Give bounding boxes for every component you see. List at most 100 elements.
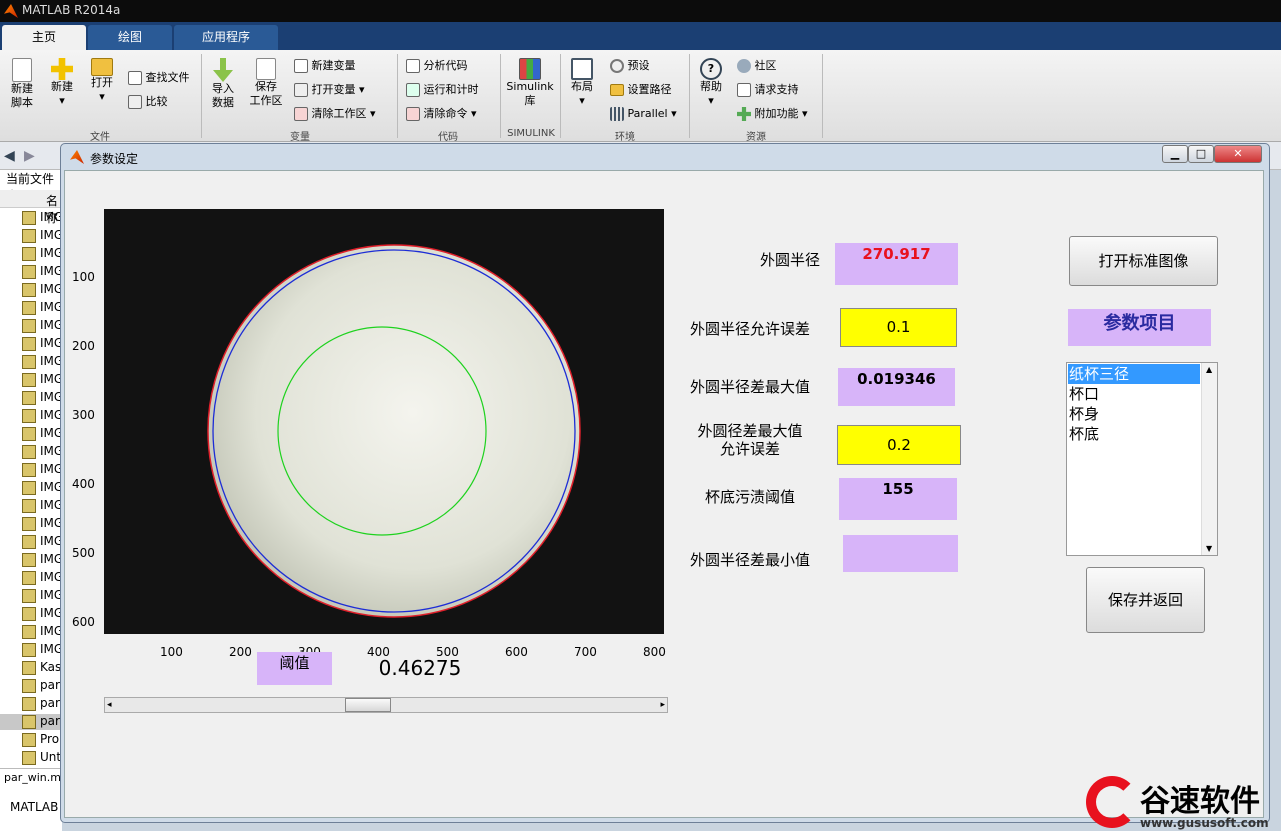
- compare-button[interactable]: 比较: [128, 95, 168, 109]
- save-workspace-button[interactable]: 保存 工作区: [246, 58, 286, 108]
- file-list-item[interactable]: IMG: [22, 606, 63, 622]
- forward-arrow-icon[interactable]: ▶: [24, 148, 35, 164]
- import-data-label: 导入 数据: [212, 82, 234, 109]
- scroll-up-icon[interactable]: ▲: [1206, 365, 1212, 374]
- image-axes[interactable]: [104, 209, 664, 634]
- listbox-scrollbar[interactable]: ▲ ▼: [1201, 363, 1217, 555]
- import-data-button[interactable]: 导入 数据: [205, 58, 241, 110]
- file-list-item[interactable]: IMG: [22, 264, 63, 280]
- file-list-item[interactable]: IMG: [22, 516, 63, 532]
- set-path-button[interactable]: 设置路径: [610, 83, 672, 97]
- compare-label: 比较: [145, 95, 168, 108]
- file-list-item[interactable]: IMG: [22, 498, 63, 514]
- tab-apps[interactable]: 应用程序: [174, 25, 278, 50]
- slider-right-arrow-icon[interactable]: ▸: [660, 698, 665, 712]
- param-list-item[interactable]: 杯身: [1068, 404, 1200, 424]
- threshold-value: 0.46275: [378, 656, 462, 680]
- outer-radius-diff-min-value: [843, 535, 958, 572]
- outer-radius-diff-min-label: 外圆半径差最小值: [689, 551, 810, 569]
- outer-dia-diff-tol-input[interactable]: 0.2: [837, 425, 961, 465]
- param-list-item[interactable]: 杯口: [1068, 384, 1200, 404]
- new-button[interactable]: 新建 ▾: [44, 58, 80, 108]
- save-and-return-button[interactable]: 保存并返回: [1086, 567, 1205, 633]
- file-list-item[interactable]: IMG: [22, 642, 63, 658]
- file-list-item[interactable]: IMG: [22, 246, 63, 262]
- close-button[interactable]: ✕: [1214, 145, 1262, 163]
- file-list-item[interactable]: IMG: [22, 300, 63, 316]
- file-list-item[interactable]: IMG: [22, 336, 63, 352]
- parallel-label: Parallel: [627, 107, 668, 120]
- open-button[interactable]: 打开 ▾: [84, 58, 120, 104]
- file-list-item[interactable]: IMG: [22, 228, 63, 244]
- file-icon: [22, 354, 36, 369]
- outer-radius-tol-input[interactable]: 0.1: [840, 308, 957, 347]
- current-folder-panel: 当前文件夹 名称 IMGIMGIMGIMGIMGIMGIMGIMGIMGIMGI…: [0, 170, 63, 831]
- file-list-item[interactable]: IMG: [22, 390, 63, 406]
- run-and-time-button[interactable]: 运行和计时: [406, 83, 479, 97]
- file-list-item[interactable]: IMG: [22, 588, 63, 604]
- layout-label: 布局: [571, 80, 593, 93]
- file-list-item[interactable]: IMG: [22, 570, 63, 586]
- file-list-item[interactable]: Kas: [22, 660, 61, 676]
- parallel-button[interactable]: Parallel ▾: [610, 107, 677, 121]
- file-icon: [22, 480, 36, 495]
- param-items-listbox[interactable]: ▲ ▼ 纸杯三径 杯口 杯身 杯底: [1066, 362, 1218, 556]
- clear-commands-button[interactable]: 清除命令 ▾: [406, 107, 477, 121]
- file-list-item[interactable]: IMG: [22, 282, 63, 298]
- new-variable-button[interactable]: 新建变量: [294, 59, 356, 73]
- file-list-item[interactable]: IMG: [22, 462, 63, 478]
- file-name: par: [40, 678, 60, 692]
- outer-dia-diff-tol-label: 外圆径差最大值 允许误差: [680, 422, 820, 458]
- new-script-button[interactable]: 新建 脚本: [4, 58, 40, 110]
- param-list-item[interactable]: 杯底: [1068, 424, 1200, 444]
- layout-button[interactable]: 布局 ▾: [564, 58, 600, 108]
- clear-workspace-button[interactable]: 清除工作区 ▾: [294, 107, 376, 121]
- community-button[interactable]: 社区: [737, 59, 777, 73]
- file-list-item[interactable]: IMG: [22, 444, 63, 460]
- slider-left-arrow-icon[interactable]: ◂: [107, 698, 112, 712]
- file-list-item[interactable]: IMG: [22, 408, 63, 424]
- ribbon-divider: [500, 54, 501, 138]
- simulink-library-button[interactable]: Simulink 库: [504, 58, 556, 108]
- find-files-button[interactable]: 查找文件: [128, 71, 190, 85]
- file-list-item[interactable]: IMG: [22, 318, 63, 334]
- scroll-down-icon[interactable]: ▼: [1206, 544, 1212, 553]
- param-list-item[interactable]: 纸杯三径: [1068, 364, 1200, 384]
- file-list-item[interactable]: IMG: [22, 372, 63, 388]
- tab-home[interactable]: 主页: [2, 25, 86, 50]
- file-list-item[interactable]: par: [22, 696, 60, 712]
- open-standard-image-button[interactable]: 打开标准图像: [1069, 236, 1218, 286]
- file-list-item[interactable]: par: [22, 678, 60, 694]
- preferences-button[interactable]: 预设: [610, 59, 650, 73]
- request-support-button[interactable]: 请求支持: [737, 83, 799, 97]
- file-list-item[interactable]: IMG: [22, 354, 63, 370]
- add-ons-button[interactable]: 附加功能 ▾: [737, 107, 808, 121]
- file-list-item[interactable]: IMG: [22, 210, 63, 226]
- y-tick-label: 200: [72, 339, 95, 353]
- file-icon: [22, 336, 36, 351]
- file-icon: [22, 642, 36, 657]
- tab-plots[interactable]: 绘图: [88, 25, 172, 50]
- file-list-header[interactable]: 名称: [0, 190, 62, 225]
- open-variable-button[interactable]: 打开变量 ▾: [294, 83, 365, 97]
- slider-thumb[interactable]: [344, 698, 391, 712]
- file-list-item[interactable]: IMG: [22, 480, 63, 496]
- minimize-icon: ▁: [1170, 147, 1180, 160]
- file-list-item[interactable]: IMG: [22, 624, 63, 640]
- file-list-item[interactable]: Pro: [22, 732, 59, 748]
- back-arrow-icon[interactable]: ◀: [4, 148, 15, 164]
- new-variable-icon: [294, 59, 308, 73]
- file-icon: [22, 444, 36, 459]
- file-list-item[interactable]: par: [0, 714, 62, 730]
- file-icon: [22, 300, 36, 315]
- threshold-slider[interactable]: ◂ ▸: [104, 697, 668, 713]
- file-list-item[interactable]: IMG: [22, 552, 63, 568]
- help-button[interactable]: ? 帮助 ▾: [694, 58, 728, 108]
- file-list-item[interactable]: Unt: [22, 750, 61, 766]
- minimize-button[interactable]: ▁: [1162, 145, 1188, 163]
- maximize-button[interactable]: □: [1188, 145, 1214, 163]
- analyze-code-button[interactable]: 分析代码: [406, 59, 468, 73]
- outer-radius-tol-label: 外圆半径允许误差: [689, 320, 810, 338]
- file-list-item[interactable]: IMG: [22, 534, 63, 550]
- file-list-item[interactable]: IMG: [22, 426, 63, 442]
